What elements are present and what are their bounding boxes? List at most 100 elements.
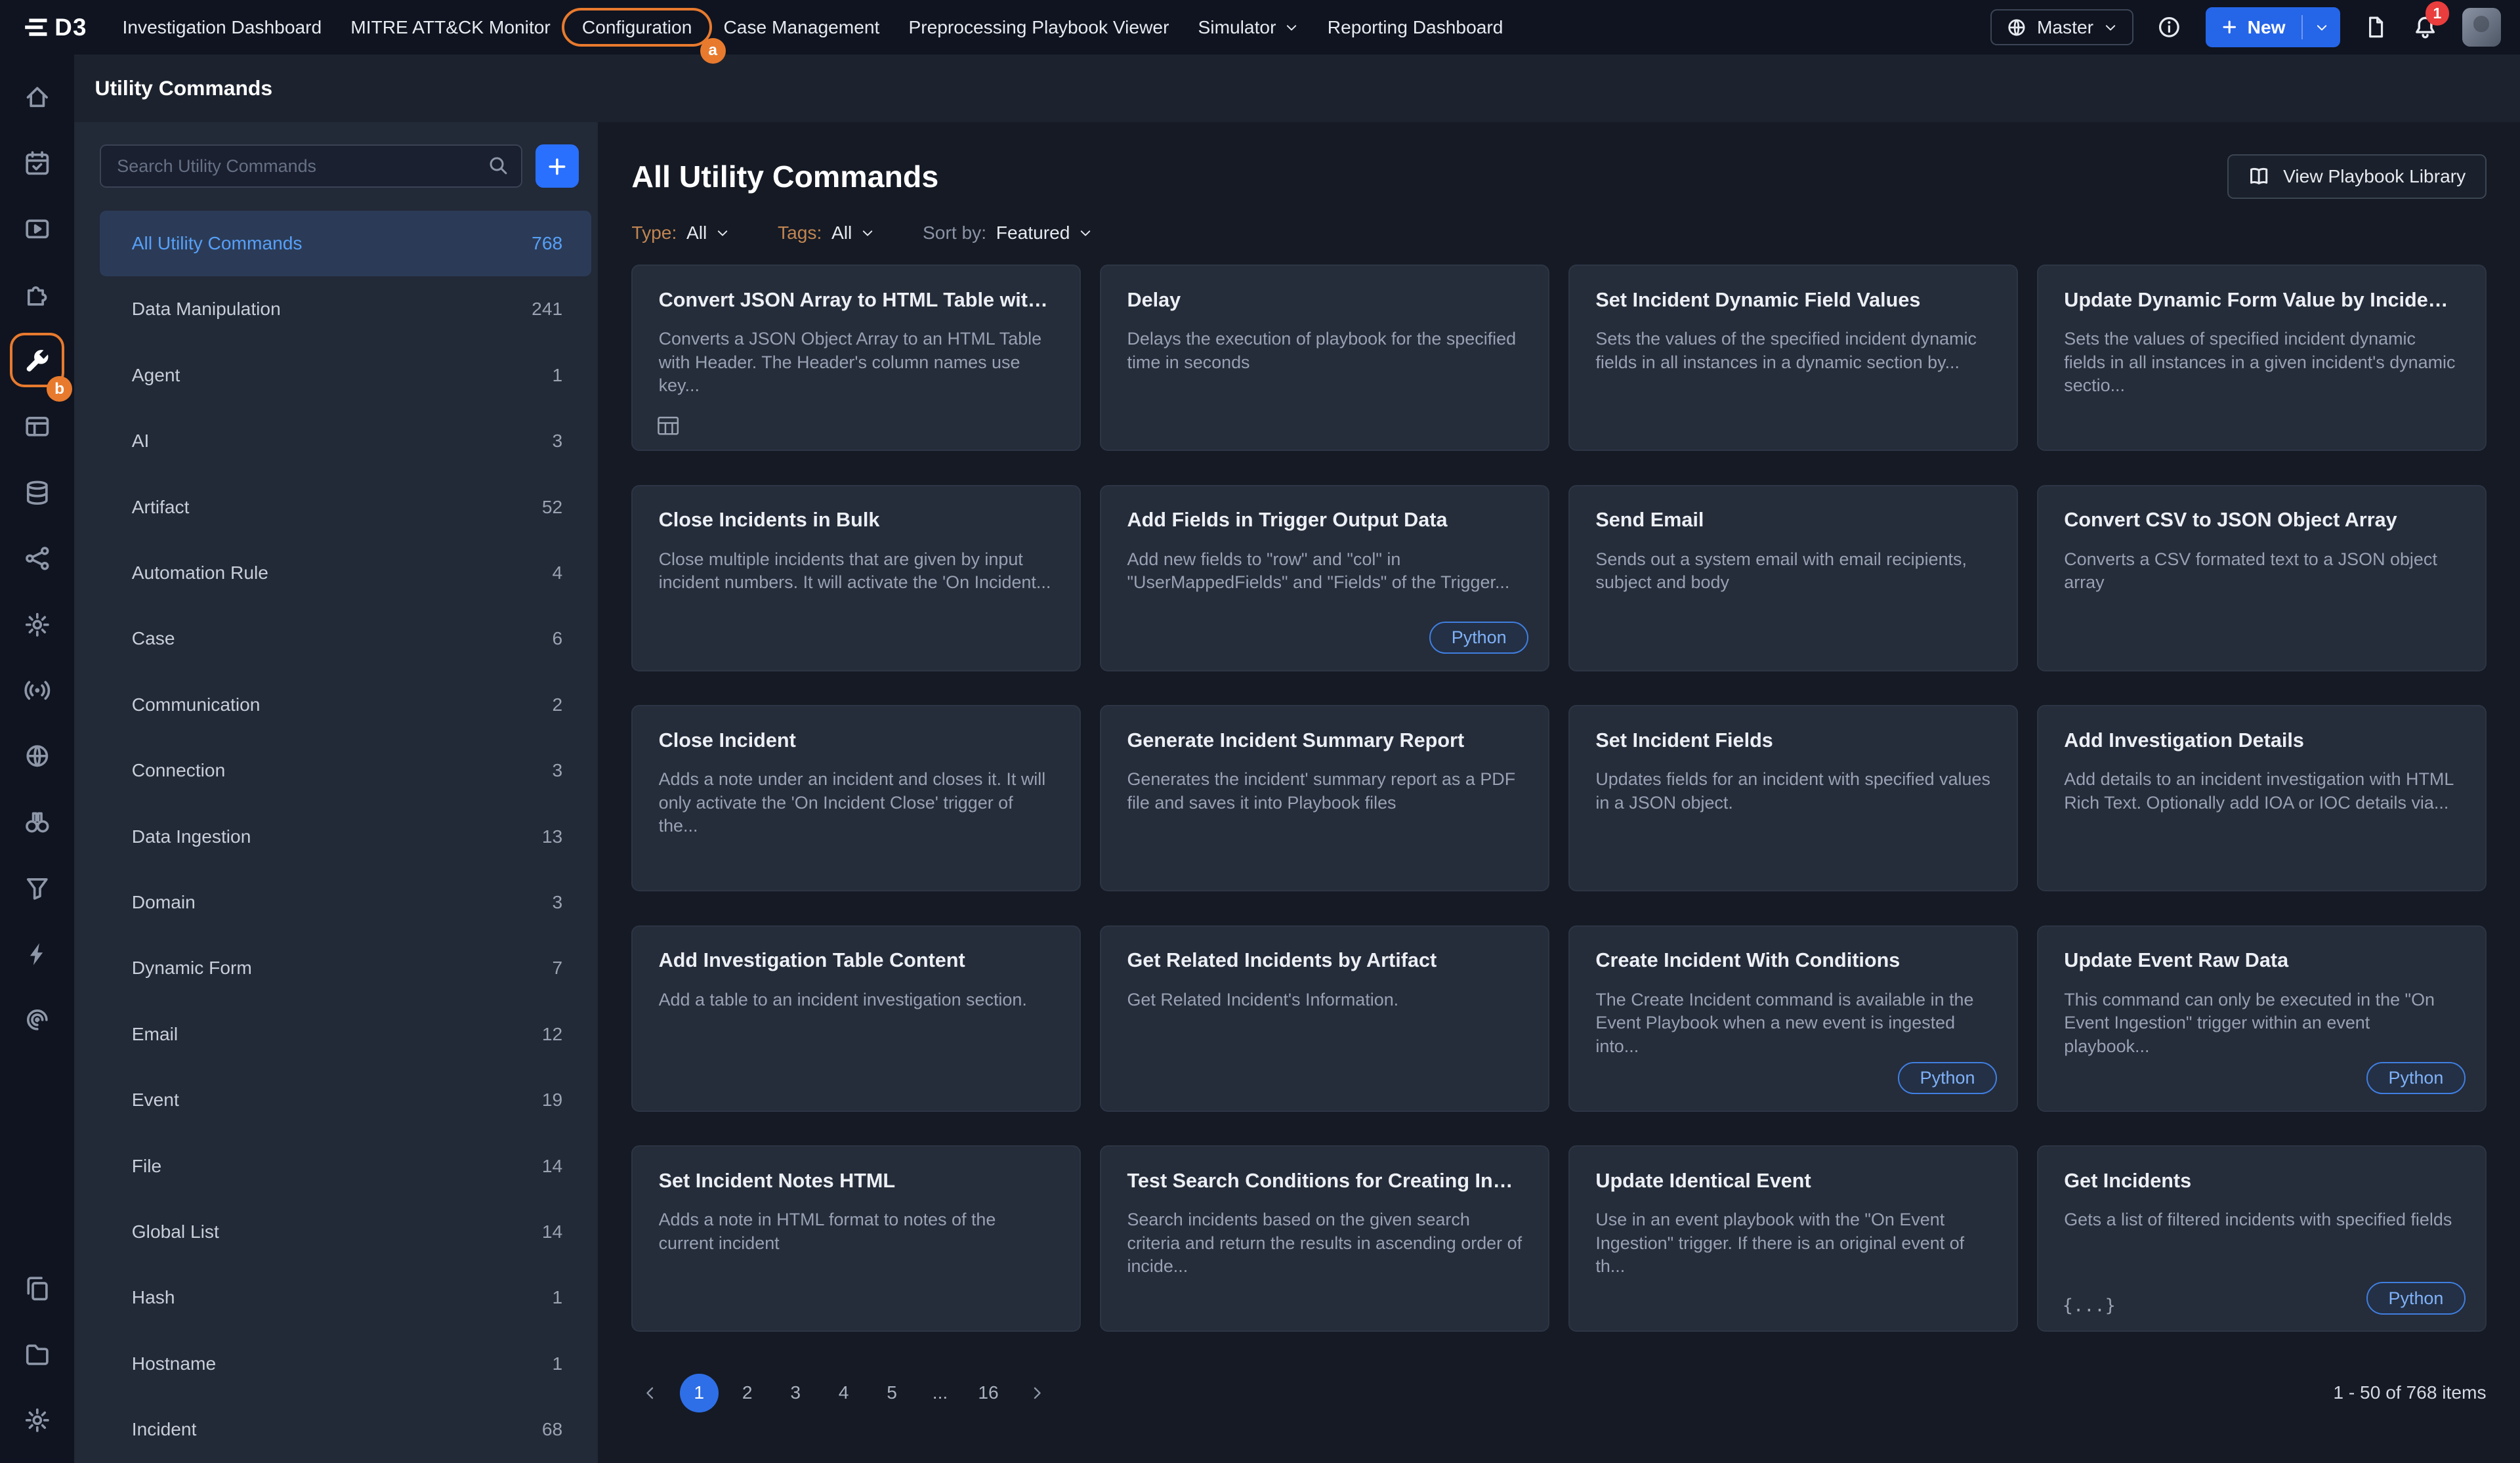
category-file[interactable]: File14 (100, 1133, 591, 1198)
category-data-ingestion[interactable]: Data Ingestion13 (100, 803, 591, 869)
rail-files[interactable] (0, 1321, 74, 1387)
command-card[interactable]: Update Dynamic Form Value by Incident...… (2037, 265, 2487, 451)
nav-preprocessing-playbook-viewer[interactable]: Preprocessing Playbook Viewer (908, 17, 1169, 38)
command-card[interactable]: Add Investigation Table Content Add a ta… (631, 925, 1081, 1112)
rail-schedule[interactable] (0, 130, 74, 196)
category-automation-rule[interactable]: Automation Rule4 (100, 540, 591, 606)
nav-investigation-dashboard[interactable]: Investigation Dashboard (123, 17, 322, 38)
category-hash[interactable]: Hash1 (100, 1265, 591, 1330)
category-label: File (132, 1156, 161, 1177)
command-card[interactable]: Create Incident With Conditions The Crea… (1568, 925, 2018, 1112)
d3-logo-icon (22, 14, 50, 40)
rail-identity[interactable] (0, 987, 74, 1053)
command-card[interactable]: Convert CSV to JSON Object Array Convert… (2037, 485, 2487, 671)
rail-data[interactable] (0, 459, 74, 525)
category-label: Incident (132, 1419, 197, 1440)
page-ellipsis[interactable]: ... (921, 1374, 959, 1412)
command-card[interactable]: Update Event Raw Data This command can o… (2037, 925, 2487, 1112)
rail-settings[interactable] (0, 1387, 74, 1452)
nav-simulator[interactable]: Simulator (1198, 17, 1299, 38)
rail-copy[interactable] (0, 1256, 74, 1321)
command-card[interactable]: Convert JSON Array to HTML Table with...… (631, 265, 1081, 451)
page-button-1[interactable]: 1 (680, 1374, 719, 1412)
command-title: Get Related Incidents by Artifact (1127, 949, 1522, 972)
command-card[interactable]: Test Search Conditions for Creating Inci… (1100, 1145, 1549, 1332)
new-button-caret[interactable] (2303, 7, 2340, 47)
rail-home[interactable] (0, 64, 74, 130)
command-card[interactable]: Close Incidents in Bulk Close multiple i… (631, 485, 1081, 671)
command-card[interactable]: Delay Delays the execution of playbook f… (1100, 265, 1549, 451)
user-avatar[interactable] (2462, 8, 2501, 47)
page-button-2[interactable]: 2 (728, 1374, 766, 1412)
category-agent[interactable]: Agent1 (100, 343, 591, 408)
category-count: 19 (542, 1090, 562, 1111)
command-card[interactable]: Generate Incident Summary Report Generat… (1100, 705, 1549, 891)
category-label: Event (132, 1090, 179, 1111)
category-label: Case (132, 628, 175, 649)
search-input[interactable] (100, 144, 522, 188)
category-incident[interactable]: Incident68 (100, 1397, 591, 1462)
nav-mitre-attack-monitor[interactable]: MITRE ATT&CK Monitor (350, 17, 551, 38)
command-card[interactable]: Update Identical Event Use in an event p… (1568, 1145, 2018, 1332)
page-button-4[interactable]: 4 (824, 1374, 863, 1412)
command-card[interactable]: Get Incidents Gets a list of filtered in… (2037, 1145, 2487, 1332)
rail-filter[interactable] (0, 855, 74, 921)
category-data-manipulation[interactable]: Data Manipulation241 (100, 276, 591, 342)
category-dynamic-form[interactable]: Dynamic Form7 (100, 935, 591, 1001)
view-playbook-library-button[interactable]: View Playbook Library (2227, 154, 2487, 199)
info-button[interactable] (2157, 15, 2181, 39)
command-card[interactable]: Get Related Incidents by Artifact Get Re… (1100, 925, 1549, 1112)
sort-filter[interactable]: Sort by: Featured (923, 223, 1093, 244)
next-page-button[interactable] (1017, 1374, 1056, 1412)
category-communication[interactable]: Communication2 (100, 672, 591, 738)
category-ai[interactable]: AI3 (100, 408, 591, 474)
prev-page-button[interactable] (631, 1374, 670, 1412)
type-filter[interactable]: Type: All (631, 223, 729, 244)
rail-search-hunting[interactable] (0, 789, 74, 855)
nav-reporting-dashboard[interactable]: Reporting Dashboard (1328, 17, 1503, 38)
page-button-3[interactable]: 3 (776, 1374, 815, 1412)
rail-integrations[interactable] (0, 262, 74, 328)
command-card[interactable]: Add Fields in Trigger Output Data Add ne… (1100, 485, 1549, 671)
environment-selector[interactable]: Master (1990, 9, 2133, 46)
category-hostname[interactable]: Hostname1 (100, 1331, 591, 1397)
nav-case-management[interactable]: Case Management (723, 17, 879, 38)
page-button-5[interactable]: 5 (873, 1374, 912, 1412)
category-connection[interactable]: Connection3 (100, 738, 591, 803)
category-domain[interactable]: Domain3 (100, 870, 591, 935)
d3-logo[interactable]: D3 (22, 14, 87, 41)
command-card[interactable]: Set Incident Fields Updates fields for a… (1568, 705, 2018, 891)
document-button[interactable] (2364, 15, 2388, 39)
tags-filter[interactable]: Tags: All (778, 223, 875, 244)
rail-video[interactable] (0, 196, 74, 262)
rail-broadcast[interactable] (0, 658, 74, 723)
category-artifact[interactable]: Artifact52 (100, 474, 591, 540)
add-command-button[interactable] (536, 144, 579, 188)
command-card[interactable]: Send Email Sends out a system email with… (1568, 485, 2018, 671)
rail-actions[interactable] (0, 921, 74, 986)
category-global-list[interactable]: Global List14 (100, 1199, 591, 1265)
rail-utility-commands[interactable]: b (0, 328, 74, 394)
command-card[interactable]: Close Incident Adds a note under an inci… (631, 705, 1081, 891)
command-title: Close Incidents in Bulk (659, 509, 1054, 532)
command-card[interactable]: Set Incident Dynamic Field Values Sets t… (1568, 265, 2018, 451)
category-email[interactable]: Email12 (100, 1002, 591, 1067)
notifications-button[interactable]: 1 (2412, 14, 2438, 40)
rail-connections[interactable] (0, 526, 74, 591)
puzzle-icon (24, 282, 51, 309)
rail-automation[interactable] (0, 591, 74, 657)
command-title: Update Event Raw Data (2064, 949, 2459, 972)
page-button-16[interactable]: 16 (969, 1374, 1008, 1412)
category-case[interactable]: Case6 (100, 606, 591, 671)
category-count: 13 (542, 826, 562, 847)
category-event[interactable]: Event 19 (100, 1067, 591, 1133)
rail-board[interactable] (0, 394, 74, 459)
command-card[interactable]: Add Investigation Details Add details to… (2037, 705, 2487, 891)
category-all-utility-commands[interactable]: All Utility Commands768 (100, 211, 591, 276)
command-card[interactable]: Set Incident Notes HTML Adds a note in H… (631, 1145, 1081, 1332)
python-badge: Python (2366, 1062, 2466, 1095)
rail-web[interactable] (0, 723, 74, 789)
command-title: Add Fields in Trigger Output Data (1127, 509, 1522, 532)
new-button[interactable]: New (2206, 7, 2340, 47)
nav-configuration[interactable]: Configuration a (562, 8, 712, 47)
